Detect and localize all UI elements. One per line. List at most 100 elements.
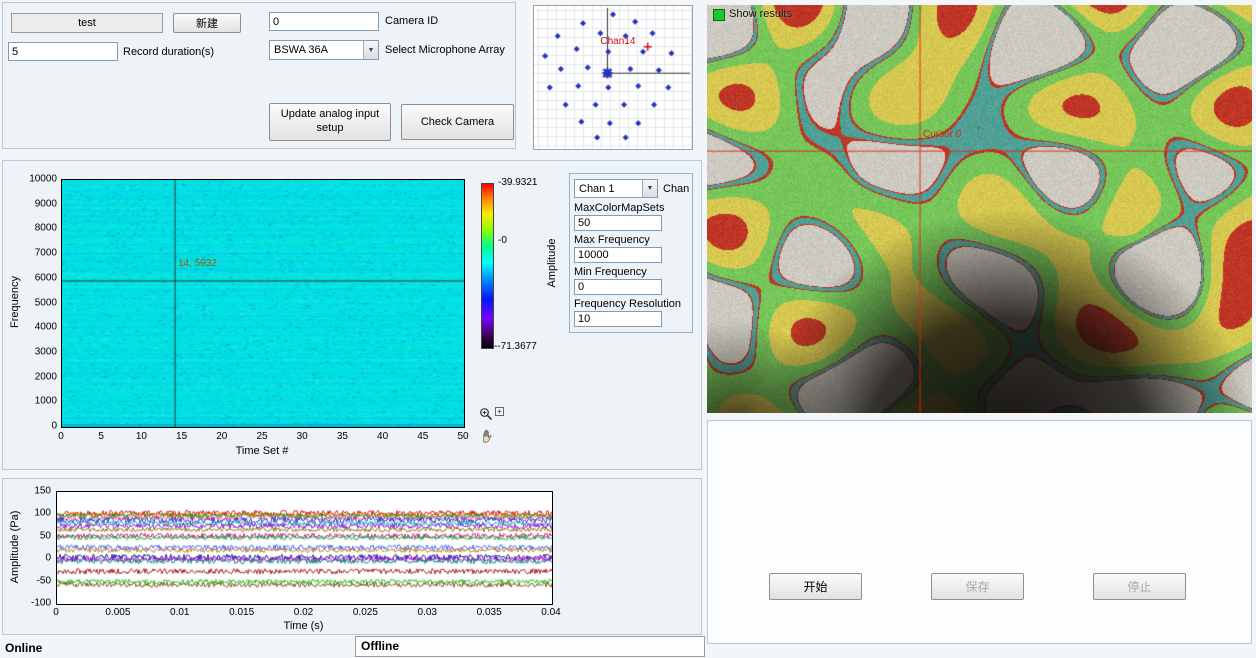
axis-tick-label: 20 [216, 431, 227, 442]
colorbar-max-label: -39.9321 [498, 177, 537, 188]
min-frequency-input[interactable] [574, 279, 662, 295]
mic-array-select[interactable]: BSWA 36A ▼ [269, 40, 379, 60]
axis-tick-label: 0.025 [353, 607, 378, 618]
chan-label: Chan [663, 183, 689, 195]
frequency-resolution-input[interactable] [574, 311, 662, 327]
axis-tick-label: 6000 [35, 272, 57, 283]
spectrogram-panel: Frequency 100009000800070006000500040003… [2, 160, 702, 470]
colorbar-mid-label: -0 [498, 235, 507, 246]
axis-tick-label: 0 [53, 607, 59, 618]
axis-tick-label: 8000 [35, 223, 57, 234]
stop-button[interactable]: 停止 [1093, 573, 1186, 600]
graph-tool-palette: + [479, 407, 504, 449]
spectrogram-settings-box: Chan 1 ▼ Chan MaxColorMapSets Max Freque… [569, 173, 693, 333]
camera-id-input[interactable] [269, 12, 379, 31]
axis-tick-label: 9000 [35, 198, 57, 209]
axis-tick-label: 0.03 [418, 607, 437, 618]
action-panel: 开始 保存 停止 [707, 420, 1252, 644]
axis-tick-label: 50 [40, 530, 51, 541]
axis-tick-label: 15 [176, 431, 187, 442]
waveform-panel: Amplitude (Pa) 150 100 50 0 -50 -100 0 0.005 0.… [2, 478, 702, 635]
waveform-canvas[interactable] [56, 491, 553, 605]
spectrogram-xticks: 05101520253035404550 [61, 431, 463, 443]
spectrogram-ylabel: Frequency [9, 276, 21, 328]
axis-tick-label: 0 [45, 553, 51, 564]
axis-tick-label: 0 [51, 421, 57, 432]
online-status-label: Online [5, 641, 42, 655]
axis-tick-label: 0.02 [294, 607, 313, 618]
axis-tick-label: 0.035 [477, 607, 502, 618]
axis-tick-label: 50 [457, 431, 468, 442]
update-analog-input-button[interactable]: Update analog input setup [269, 103, 391, 141]
max-colormap-input[interactable] [574, 215, 662, 231]
axis-tick-label: 3000 [35, 346, 57, 357]
spectrogram-cursor-label: 14, 5932 [178, 258, 217, 269]
new-button[interactable]: 新建 [173, 13, 241, 33]
offline-status-box: Offline [355, 636, 705, 657]
check-camera-button[interactable]: Check Camera [401, 104, 514, 140]
chevron-down-icon[interactable]: ▼ [642, 180, 657, 197]
axis-tick-label: 5000 [35, 297, 57, 308]
axis-tick-label: 0.005 [105, 607, 130, 618]
axis-tick-label: 4000 [35, 322, 57, 333]
show-results-checkbox[interactable] [713, 9, 725, 21]
acoustic-camera-app: test 新建 Camera ID Record duration(s) BSW… [0, 0, 1256, 658]
frequency-resolution-label: Frequency Resolution [574, 298, 681, 310]
axis-tick-label: 100 [34, 508, 51, 519]
record-duration-input[interactable] [8, 42, 118, 61]
waveform-xlabel: Time (s) [56, 620, 551, 632]
axis-tick-label: 5 [98, 431, 104, 442]
axis-tick-label: 1000 [35, 396, 57, 407]
save-button[interactable]: 保存 [931, 573, 1024, 600]
axis-tick-label: 25 [256, 431, 267, 442]
waveform-ylabel: Amplitude (Pa) [9, 511, 21, 584]
axis-tick-label: 10000 [29, 174, 57, 185]
spectrogram-canvas[interactable] [61, 179, 465, 428]
camera-cursor-label: Cursor 0 [923, 129, 961, 140]
colorbar-min-label: --71.3677 [494, 341, 537, 352]
waveform-xticks: 00.0050.010.0150.020.0250.030.0350.04 [56, 607, 551, 619]
axis-tick-label: 40 [377, 431, 388, 442]
axis-tick-label: 0 [58, 431, 64, 442]
mic-array-geometry-panel: Chan14 [533, 5, 693, 150]
axis-tick-label: 35 [337, 431, 348, 442]
start-button[interactable]: 开始 [769, 573, 862, 600]
axis-tick-label: 150 [34, 486, 51, 497]
axis-tick-label: 0.01 [170, 607, 189, 618]
axis-tick-label: 45 [417, 431, 428, 442]
mic-array-channel-label: Chan14 [600, 36, 635, 47]
axis-tick-label: 0.04 [541, 607, 560, 618]
acquisition-settings-panel: test 新建 Camera ID Record duration(s) BSW… [2, 2, 516, 149]
mic-array-plot [534, 6, 692, 149]
camera-view-panel: Show results Cursor 0 [707, 5, 1252, 413]
axis-tick-label: 0.015 [229, 607, 254, 618]
record-duration-label: Record duration(s) [123, 46, 214, 58]
min-frequency-label: Min Frequency [574, 266, 647, 278]
chan-select[interactable]: Chan 1 ▼ [574, 179, 658, 198]
mic-array-label: Select Microphone Array [385, 44, 505, 56]
axis-tick-label: 30 [297, 431, 308, 442]
axis-tick-label: 7000 [35, 248, 57, 259]
axis-tick-label: -100 [31, 598, 51, 609]
waveform-yticks: 150100500-50-100 [21, 491, 53, 603]
camera-id-label: Camera ID [385, 15, 438, 27]
spectrogram-yticks: 1000090008000700060005000400030002000100… [25, 179, 59, 426]
max-frequency-label: Max Frequency [574, 234, 650, 246]
colorbar-title: Amplitude [546, 239, 558, 288]
camera-view-canvas[interactable] [707, 5, 1252, 413]
axis-tick-label: 10 [136, 431, 147, 442]
mic-array-select-value: BSWA 36A [274, 44, 328, 56]
zoom-tool-icon[interactable] [479, 407, 494, 427]
max-colormap-label: MaxColorMapSets [574, 202, 664, 214]
zoom-mode-icon[interactable]: + [495, 407, 504, 416]
chan-select-value: Chan 1 [579, 183, 614, 195]
chevron-down-icon[interactable]: ▼ [363, 41, 378, 59]
amplitude-colorbar [481, 183, 494, 349]
spectrogram-xlabel: Time Set # [61, 445, 463, 457]
axis-tick-label: 2000 [35, 371, 57, 382]
axis-tick-label: -50 [37, 575, 51, 586]
test-name-field[interactable]: test [11, 13, 163, 33]
pan-tool-icon[interactable] [479, 429, 504, 449]
max-frequency-input[interactable] [574, 247, 662, 263]
show-results-label: Show results [729, 8, 792, 20]
